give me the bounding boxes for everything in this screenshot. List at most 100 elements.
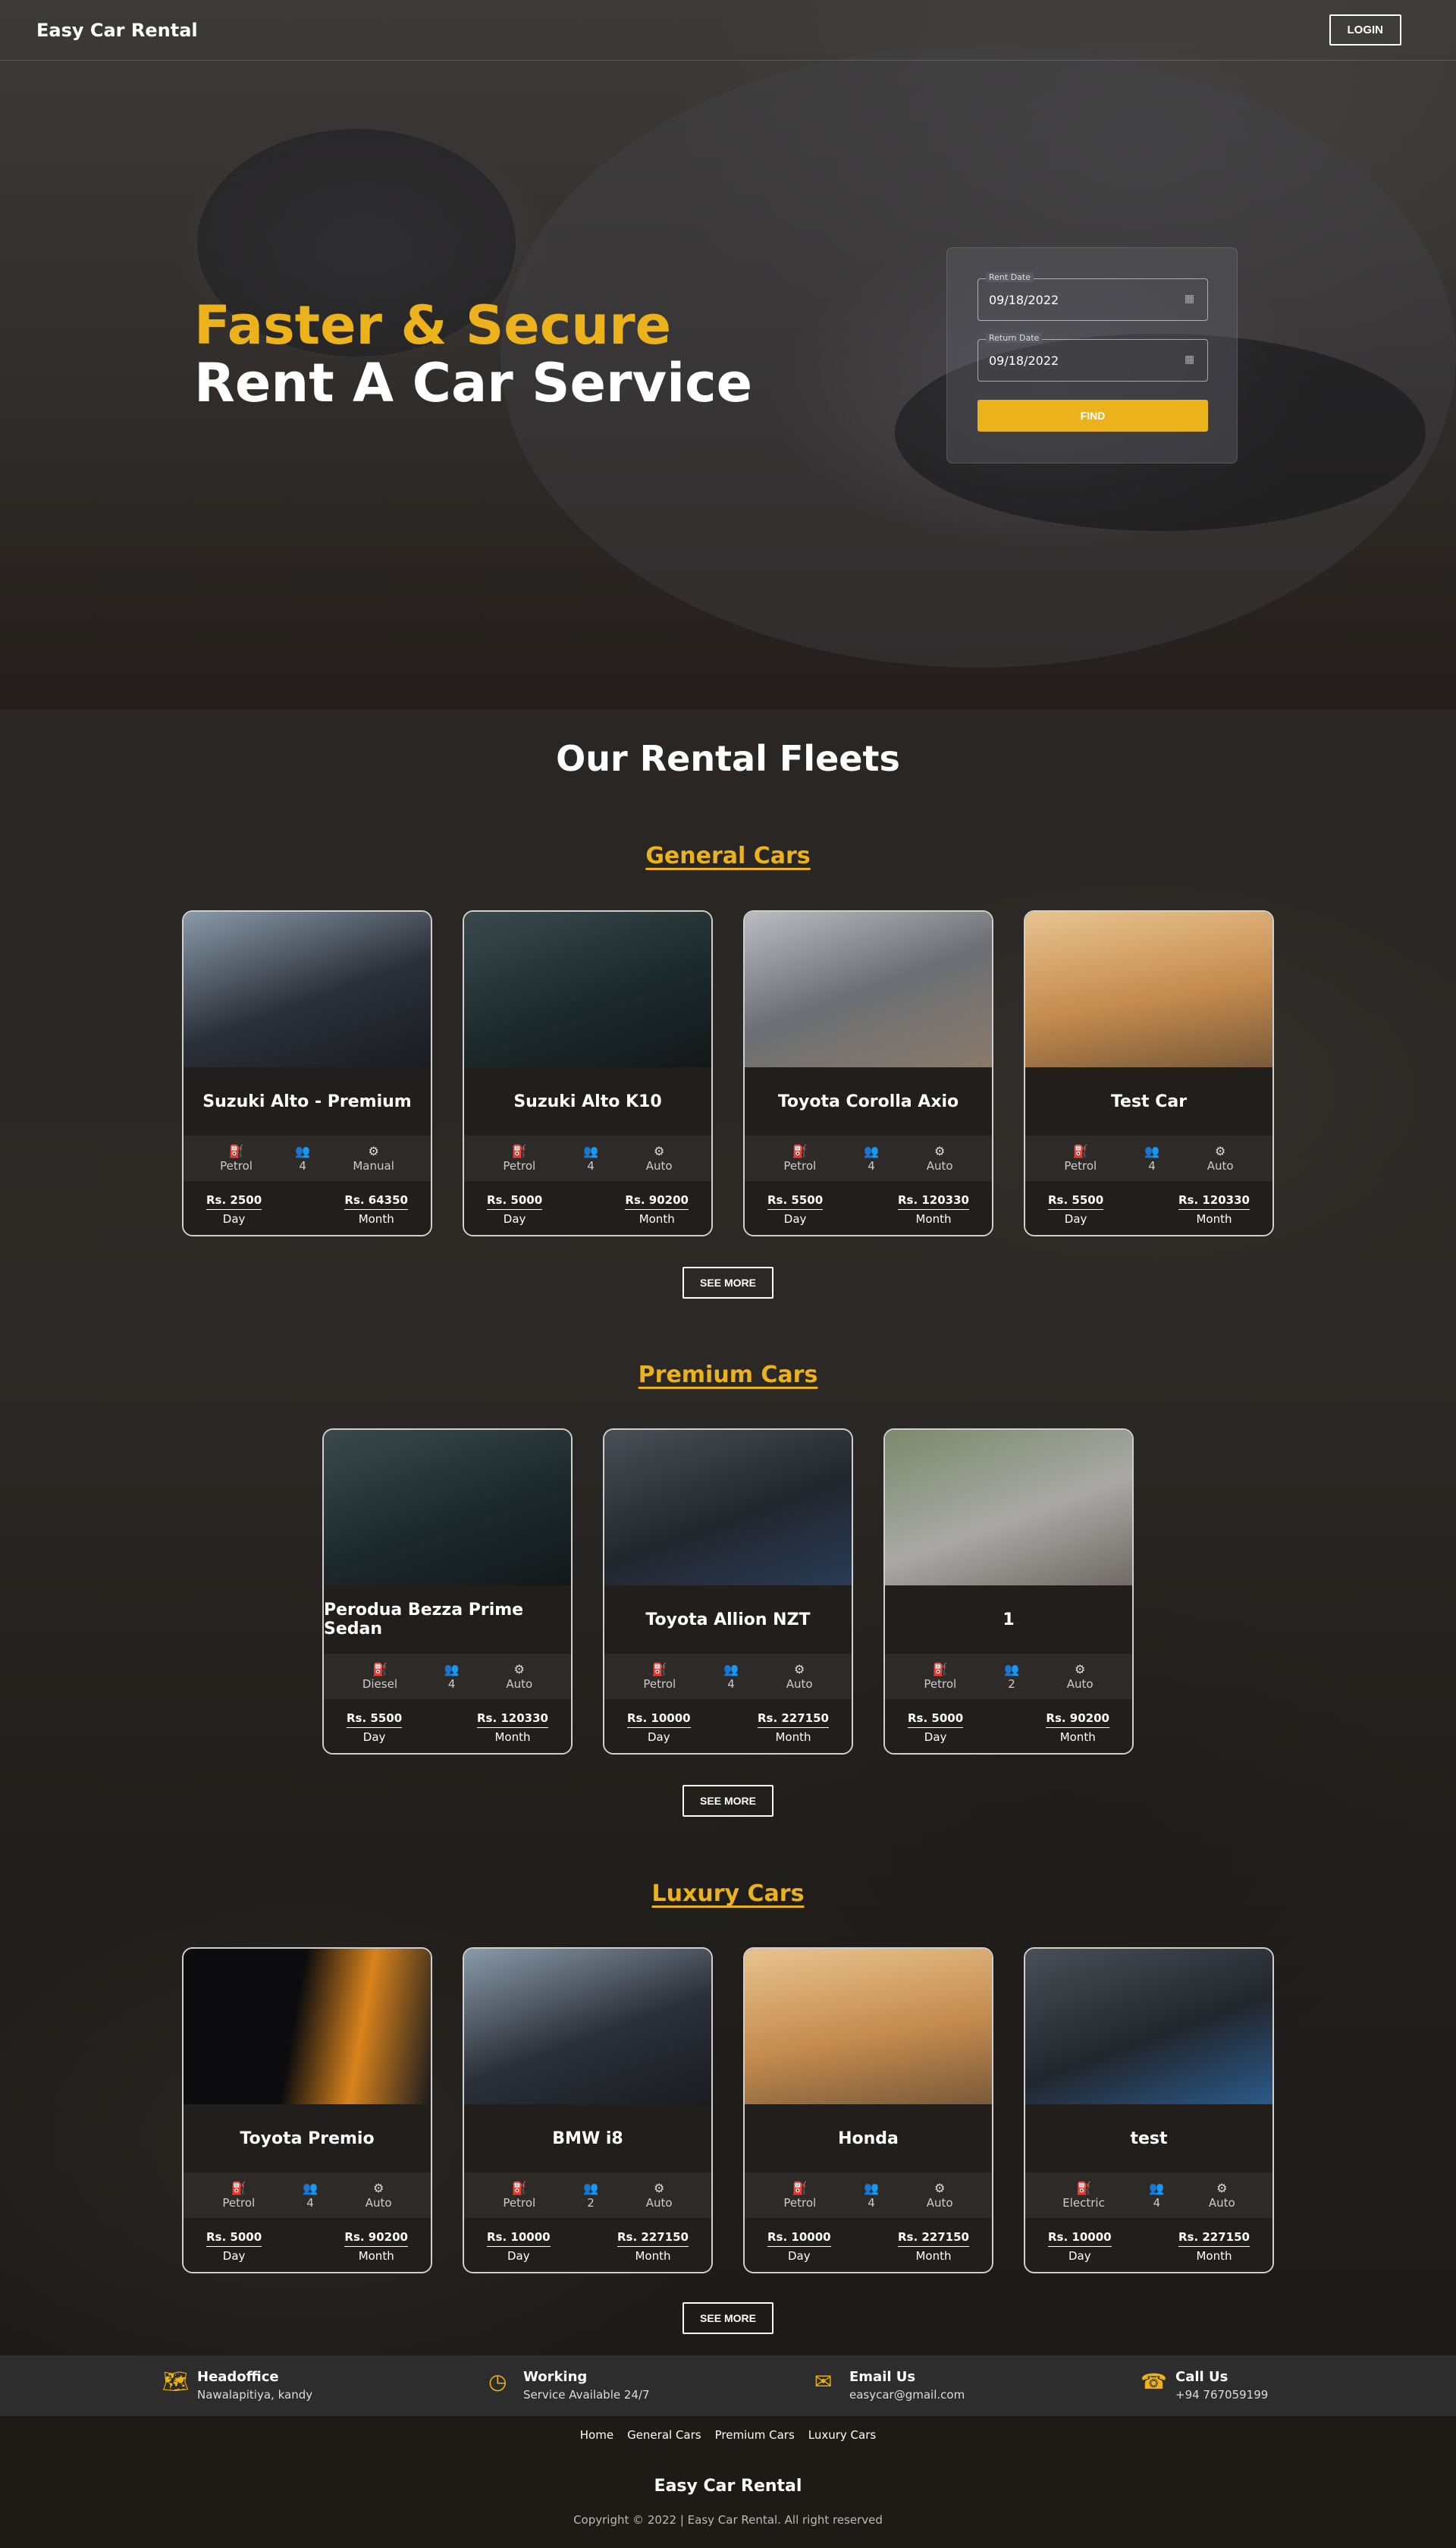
car-card[interactable]: Toyota Allion NZT ⛽ Petrol 👥 4 ⚙ Auto Rs. 1… bbox=[603, 1428, 853, 1755]
car-image[interactable] bbox=[885, 1430, 1132, 1585]
car-card[interactable]: Honda ⛽ Petrol 👥 4 ⚙ Auto Rs. 10000 Day Rs. … bbox=[743, 1947, 993, 2273]
see-more-luxury-button[interactable]: SEE MORE bbox=[682, 2302, 774, 2334]
see-more-premium-button[interactable]: SEE MORE bbox=[682, 1785, 774, 1817]
monthly-price: Rs. 227150 Month bbox=[897, 2230, 969, 2263]
monthly-price: Rs. 227150 Month bbox=[757, 1711, 829, 1744]
calendar-icon[interactable]: ▦ bbox=[1185, 293, 1198, 306]
footer-link-luxury[interactable]: Luxury Cars bbox=[808, 2428, 876, 2442]
car-pricing: Rs. 10000 Day Rs. 227150 Month bbox=[464, 2218, 711, 2272]
fuel-spec: ⛽ Electric bbox=[1062, 2181, 1105, 2210]
users-icon: 👥 bbox=[583, 2181, 598, 2195]
monthly-price: Rs. 120330 Month bbox=[1178, 1193, 1250, 1226]
calendar-icon[interactable]: ▦ bbox=[1185, 353, 1198, 367]
transmission-type: Auto bbox=[786, 1677, 813, 1691]
car-image[interactable] bbox=[464, 1949, 711, 2104]
car-image[interactable] bbox=[745, 1949, 992, 2104]
footer-link-general[interactable]: General Cars bbox=[627, 2428, 701, 2442]
seats-spec: 👥 4 bbox=[444, 1662, 460, 1691]
day-label: Day bbox=[1064, 1212, 1087, 1226]
fuel-spec: ⛽ Petrol bbox=[1064, 1144, 1097, 1173]
gear-icon: ⚙ bbox=[1075, 1662, 1086, 1676]
rental-fleets-section: Our Rental Fleets General Cars Suzuki Al… bbox=[0, 709, 1456, 2355]
car-pricing: Rs. 5500 Day Rs. 120330 Month bbox=[324, 1699, 571, 1753]
seat-count: 2 bbox=[587, 2196, 595, 2210]
seats-spec: 👥 4 bbox=[864, 2181, 879, 2210]
car-pricing: Rs. 5000 Day Rs. 90200 Month bbox=[184, 2218, 431, 2272]
day-label: Day bbox=[222, 2249, 246, 2263]
email-address[interactable]: easycar@gmail.com bbox=[849, 2388, 965, 2402]
car-card[interactable]: Suzuki Alto K10 ⛽ Petrol 👥 4 ⚙ Auto Rs. 500… bbox=[463, 910, 713, 1236]
phone-number[interactable]: +94 767059199 bbox=[1175, 2388, 1268, 2402]
car-pricing: Rs. 2500 Day Rs. 64350 Month bbox=[184, 1181, 431, 1235]
transmission-type: Auto bbox=[926, 2196, 953, 2210]
footer-link-premium[interactable]: Premium Cars bbox=[715, 2428, 795, 2442]
gear-icon: ⚙ bbox=[654, 2181, 665, 2195]
working-info: ◷ Working Service Available 24/7 bbox=[488, 2369, 650, 2402]
day-label: Day bbox=[362, 1730, 386, 1744]
see-more-general-button[interactable]: SEE MORE bbox=[682, 1267, 774, 1299]
fuel-pump-icon: ⛽ bbox=[792, 2181, 808, 2195]
daily-amount: Rs. 10000 bbox=[627, 1711, 691, 1728]
car-image[interactable] bbox=[184, 1949, 431, 2104]
car-pricing: Rs. 5000 Day Rs. 90200 Month bbox=[885, 1699, 1132, 1753]
car-specs: ⛽ Electric 👥 4 ⚙ Auto bbox=[1025, 2173, 1272, 2218]
brand-logo[interactable]: Easy Car Rental bbox=[36, 20, 198, 41]
hero-headline: Rent A Car Service bbox=[194, 351, 753, 414]
monthly-price: Rs. 227150 Month bbox=[617, 2230, 689, 2263]
luxury-cars-title: Luxury Cars bbox=[651, 1880, 805, 1907]
fuel-spec: ⛽ Petrol bbox=[783, 2181, 816, 2210]
fuel-pump-icon: ⛽ bbox=[511, 1144, 527, 1158]
car-name: BMW i8 bbox=[464, 2104, 711, 2173]
return-date-value[interactable]: 09/18/2022 bbox=[989, 353, 1059, 368]
car-image[interactable] bbox=[324, 1430, 571, 1585]
gear-icon: ⚙ bbox=[654, 1144, 665, 1158]
car-card[interactable]: Suzuki Alto - Premium ⛽ Petrol 👥 4 ⚙ Manual… bbox=[182, 910, 432, 1236]
seat-count: 4 bbox=[299, 1159, 306, 1173]
month-label: Month bbox=[915, 2249, 952, 2263]
car-image[interactable] bbox=[464, 912, 711, 1067]
car-image[interactable] bbox=[184, 912, 431, 1067]
fuel-spec: ⛽ Petrol bbox=[220, 1144, 253, 1173]
car-card[interactable]: Perodua Bezza Prime Sedan ⛽ Diesel 👥 4 ⚙ Au… bbox=[322, 1428, 573, 1755]
email-title: Email Us bbox=[849, 2369, 916, 2385]
car-name: 1 bbox=[885, 1585, 1132, 1654]
car-image[interactable] bbox=[1025, 912, 1272, 1067]
daily-amount: Rs. 10000 bbox=[1048, 2230, 1112, 2247]
daily-amount: Rs. 5000 bbox=[206, 2230, 262, 2247]
footer-link-home[interactable]: Home bbox=[580, 2428, 613, 2442]
monthly-price: Rs. 120330 Month bbox=[476, 1711, 548, 1744]
car-specs: ⛽ Petrol 👥 4 ⚙ Auto bbox=[1025, 1136, 1272, 1181]
daily-price: Rs. 5000 Day bbox=[206, 2230, 262, 2263]
car-image[interactable] bbox=[745, 912, 992, 1067]
day-label: Day bbox=[783, 1212, 807, 1226]
month-label: Month bbox=[1196, 1212, 1232, 1226]
car-card[interactable]: BMW i8 ⛽ Petrol 👥 2 ⚙ Auto Rs. 10000 Day Rs.… bbox=[463, 1947, 713, 2273]
day-label: Day bbox=[647, 1730, 670, 1744]
top-navbar: Easy Car Rental LOGIN bbox=[0, 0, 1456, 61]
users-icon: 👥 bbox=[864, 1144, 879, 1158]
monthly-price: Rs. 90200 Month bbox=[1046, 1711, 1109, 1744]
rent-date-field[interactable]: Rent Date 09/18/2022 ▦ bbox=[977, 272, 1208, 321]
car-card[interactable]: test ⛽ Electric 👥 4 ⚙ Auto Rs. 10000 Day Rs.… bbox=[1024, 1947, 1274, 2273]
general-cars-title: General Cars bbox=[645, 843, 811, 869]
transmission-type: Auto bbox=[645, 2196, 673, 2210]
gear-icon: ⚙ bbox=[373, 2181, 384, 2195]
car-card[interactable]: 1 ⛽ Petrol 👥 2 ⚙ Auto Rs. 5000 Day Rs. 90200… bbox=[883, 1428, 1134, 1755]
working-title: Working bbox=[523, 2369, 588, 2385]
fuel-pump-icon: ⛽ bbox=[228, 1144, 244, 1158]
car-card[interactable]: Toyota Premio ⛽ Petrol 👥 4 ⚙ Auto Rs. 5000 D… bbox=[182, 1947, 432, 2273]
transmission-type: Auto bbox=[506, 1677, 533, 1691]
headoffice-address: Nawalapitiya, kandy bbox=[197, 2388, 313, 2402]
car-image[interactable] bbox=[604, 1430, 852, 1585]
daily-amount: Rs. 5500 bbox=[347, 1711, 403, 1728]
car-card[interactable]: Test Car ⛽ Petrol 👥 4 ⚙ Auto Rs. 5500 Day Rs… bbox=[1024, 910, 1274, 1236]
car-card[interactable]: Toyota Corolla Axio ⛽ Petrol 👥 4 ⚙ Auto Rs.… bbox=[743, 910, 993, 1236]
car-name: Perodua Bezza Prime Sedan bbox=[324, 1585, 571, 1654]
car-image[interactable] bbox=[1025, 1949, 1272, 2104]
return-date-field[interactable]: Return Date 09/18/2022 ▦ bbox=[977, 333, 1208, 382]
month-label: Month bbox=[358, 1212, 394, 1226]
seats-spec: 👥 4 bbox=[1144, 1144, 1159, 1173]
login-button[interactable]: LOGIN bbox=[1329, 14, 1401, 46]
find-button[interactable]: FIND bbox=[977, 400, 1208, 432]
rent-date-value[interactable]: 09/18/2022 bbox=[989, 293, 1059, 307]
